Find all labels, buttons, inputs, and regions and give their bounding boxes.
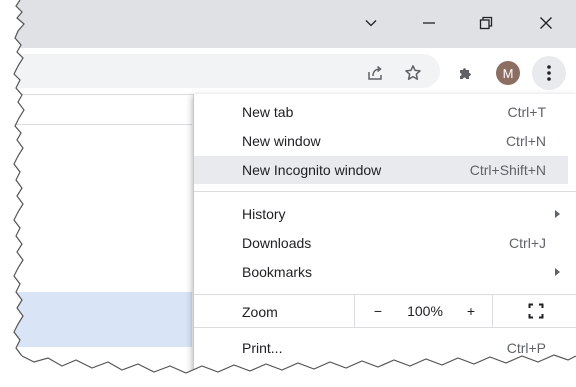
menu-separator bbox=[194, 327, 576, 328]
menu-separator bbox=[194, 191, 576, 192]
zoom-out-button[interactable]: − bbox=[354, 295, 401, 327]
submenu-arrow-icon bbox=[555, 268, 560, 276]
zoom-label: Zoom bbox=[242, 304, 278, 320]
submenu-arrow-icon bbox=[555, 210, 560, 218]
zoom-out-label: − bbox=[373, 303, 383, 319]
menu-item-shortcut: Ctrl+T bbox=[507, 104, 547, 120]
menu-zoom-row: Zoom − 100% + bbox=[194, 295, 576, 327]
browser-menu: New tab Ctrl+T New window Ctrl+N New Inc… bbox=[193, 94, 576, 387]
menu-item-shortcut: Ctrl+N bbox=[505, 133, 546, 149]
fullscreen-icon bbox=[528, 303, 544, 319]
zoom-level: 100% bbox=[400, 295, 450, 327]
close-icon[interactable] bbox=[530, 8, 562, 38]
toolbar bbox=[0, 48, 576, 95]
menu-item-bookmarks[interactable]: Bookmarks bbox=[194, 258, 568, 286]
menu-item-shortcut: Ctrl+Shift+N bbox=[469, 162, 546, 178]
tab-search-icon[interactable] bbox=[355, 8, 387, 38]
menu-item-history[interactable]: History bbox=[194, 200, 568, 228]
menu-item-new-tab[interactable]: New tab Ctrl+T bbox=[194, 98, 568, 126]
fullscreen-button[interactable] bbox=[492, 295, 576, 327]
minimize-icon[interactable] bbox=[413, 8, 445, 38]
kebab-menu-icon[interactable] bbox=[532, 56, 566, 90]
menu-item-downloads[interactable]: Downloads Ctrl+J bbox=[194, 229, 568, 257]
profile-avatar[interactable]: M bbox=[496, 61, 520, 85]
menu-item-label: Bookmarks bbox=[242, 264, 313, 280]
zoom-in-label: + bbox=[466, 303, 476, 319]
menu-item-new-window[interactable]: New window Ctrl+N bbox=[194, 127, 568, 155]
menu-item-label: New window bbox=[242, 133, 321, 149]
menu-item-label: New tab bbox=[242, 104, 294, 120]
menu-item-print[interactable]: Print... Ctrl+P bbox=[194, 334, 568, 362]
browser-window: M New tab Ctrl+T New window Ctrl+N New I… bbox=[0, 0, 576, 387]
page-divider bbox=[0, 124, 192, 125]
menu-item-new-incognito-window[interactable]: New Incognito window Ctrl+Shift+N bbox=[194, 156, 568, 184]
menu-item-label: New Incognito window bbox=[242, 162, 382, 178]
menu-item-shortcut: Ctrl+P bbox=[506, 340, 546, 356]
bookmark-star-icon[interactable] bbox=[400, 60, 426, 86]
menu-item-label: Print... bbox=[242, 340, 283, 356]
extensions-icon[interactable] bbox=[453, 60, 479, 86]
share-icon[interactable] bbox=[362, 60, 388, 86]
page-selection bbox=[0, 292, 192, 347]
zoom-value: 100% bbox=[407, 303, 443, 319]
menu-item-label: Downloads bbox=[242, 235, 312, 251]
restore-icon[interactable] bbox=[470, 8, 502, 38]
menu-item-label: History bbox=[242, 206, 286, 222]
menu-item-shortcut: Ctrl+J bbox=[509, 235, 546, 251]
zoom-in-button[interactable]: + bbox=[450, 295, 492, 327]
